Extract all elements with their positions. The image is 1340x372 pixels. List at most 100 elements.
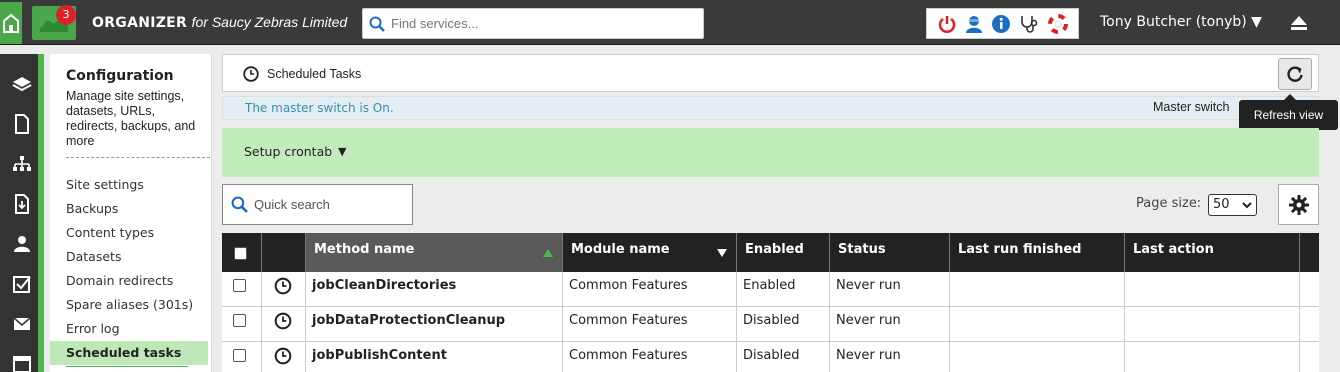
column-status[interactable]: Status [830, 233, 950, 272]
document-icon[interactable] [12, 114, 32, 134]
select-all-checkbox[interactable] [234, 246, 247, 260]
icon-rail [0, 54, 44, 372]
refresh-button[interactable] [1278, 58, 1312, 90]
lifebuoy-icon[interactable] [1048, 13, 1069, 34]
home-button[interactable] [0, 2, 22, 44]
home-icon [3, 13, 19, 33]
brand-suffix: for Saucy Zebras Limited [191, 14, 348, 30]
support-agent-icon[interactable] [964, 14, 984, 34]
row-select-cell [222, 342, 262, 372]
sidebar-item-datasets[interactable]: Datasets [50, 245, 208, 269]
cell-module: Common Features [563, 307, 737, 342]
column-last-action[interactable]: Last action [1125, 233, 1300, 272]
sidebar-item-backups[interactable]: Backups [50, 197, 208, 221]
sidebar-item-scheduled-tasks[interactable]: Scheduled tasks [50, 341, 208, 365]
cell-last-run [950, 342, 1125, 372]
cell-enabled: Disabled [737, 342, 830, 372]
master-status-text: The master switch is On. [245, 101, 394, 115]
user-menu[interactable]: Tony Butcher (tonyb) ▼ [1100, 14, 1262, 30]
search-input[interactable] [391, 16, 691, 31]
cell-last-run [950, 307, 1125, 342]
sidebar-item-content-types[interactable]: Content types [50, 221, 208, 245]
top-bar: 3 ORGANIZER for Saucy Zebras Limited Ton… [0, 0, 1340, 45]
brand-title: ORGANIZER for Saucy Zebras Limited [92, 14, 347, 31]
clock-icon [274, 312, 292, 330]
calendar-icon[interactable] [12, 354, 32, 372]
chevron-down-icon [1242, 195, 1252, 223]
scheduled-tasks-table: Method name Module name Enabled Status L… [222, 233, 1319, 372]
table-row[interactable]: jobDataProtectionCleanup Common Features… [222, 307, 1319, 342]
row-icon-cell [262, 307, 306, 342]
table-row[interactable]: jobCleanDirectories Common Features Enab… [222, 272, 1319, 307]
cell-status: Never run [830, 342, 950, 372]
cell-module: Common Features [563, 272, 737, 307]
quick-search-input[interactable] [254, 197, 404, 212]
sidebar-item-spare-aliases[interactable]: Spare aliases (301s) [50, 293, 208, 317]
gear-icon [1288, 194, 1309, 215]
sidebar-title: Configuration [66, 68, 174, 84]
master-switch-label[interactable]: Master switch [1153, 100, 1229, 114]
clock-icon [243, 66, 259, 86]
icon-column-header [262, 233, 306, 272]
file-download-icon[interactable] [12, 194, 32, 214]
brand-name: ORGANIZER [92, 15, 188, 31]
table-row[interactable]: jobPublishContent Common Features Disabl… [222, 342, 1319, 372]
refresh-icon [1287, 66, 1303, 82]
cell-enabled: Enabled [737, 272, 830, 307]
clock-icon [274, 277, 292, 295]
cell-enabled: Disabled [737, 307, 830, 342]
sidebar-item-error-log[interactable]: Error log [50, 317, 208, 341]
collapse-button[interactable] [1290, 14, 1308, 36]
column-enabled[interactable]: Enabled [737, 233, 830, 272]
column-method-name[interactable]: Method name [306, 233, 563, 272]
panel-header: Scheduled Tasks [222, 54, 1319, 92]
row-checkbox[interactable] [233, 314, 246, 327]
row-icon-cell [262, 342, 306, 372]
sitemap-icon[interactable] [12, 154, 32, 174]
filter-icon[interactable] [716, 248, 728, 258]
envelope-icon[interactable] [12, 314, 32, 334]
cell-last-action [1125, 307, 1300, 342]
cell-method: jobCleanDirectories [306, 272, 563, 307]
row-checkbox[interactable] [233, 279, 246, 292]
refresh-tooltip: Refresh view [1239, 94, 1338, 130]
cell-last-action [1125, 272, 1300, 307]
row-checkbox[interactable] [233, 349, 246, 362]
crontab-toggle[interactable]: Setup crontab [244, 144, 332, 159]
service-search[interactable] [362, 8, 704, 39]
sidebar-item-domain-redirects[interactable]: Domain redirects [50, 269, 208, 293]
power-icon[interactable] [937, 14, 957, 34]
sort-ascending-icon [543, 249, 553, 257]
user-icon[interactable] [12, 234, 32, 254]
cell-status: Never run [830, 272, 950, 307]
header-spacer [1300, 233, 1319, 272]
page-size-value: 50 [1213, 197, 1230, 212]
notification-badge: 3 [56, 5, 76, 25]
quick-search[interactable] [222, 184, 413, 225]
sidebar-menu: Site settings Backups Content types Data… [50, 173, 208, 365]
sidebar-divider [66, 157, 210, 158]
cell-method: jobPublishContent [306, 342, 563, 372]
info-icon[interactable] [991, 14, 1011, 34]
checkbox-icon[interactable] [12, 274, 32, 294]
crontab-section[interactable]: Setup crontab ▼ [222, 128, 1319, 177]
sidebar-description: Manage site settings, datasets, URLs, re… [66, 89, 196, 148]
stethoscope-icon[interactable] [1019, 14, 1041, 34]
sidebar-item-site-settings[interactable]: Site settings [50, 173, 208, 197]
clock-icon [274, 347, 292, 365]
page-size-select[interactable]: 50 [1208, 194, 1257, 216]
sidebar-bottom-divider [66, 366, 188, 367]
table-settings-button[interactable] [1278, 184, 1319, 225]
cell-last-run [950, 272, 1125, 307]
chevron-down-icon[interactable]: ▼ [338, 145, 346, 158]
column-module-name-label: Module name [571, 242, 670, 257]
search-icon [231, 196, 248, 213]
row-select-cell [222, 307, 262, 342]
select-all-cell [222, 233, 262, 272]
cell-module: Common Features [563, 342, 737, 372]
column-module-name[interactable]: Module name [563, 233, 737, 272]
search-icon [369, 16, 385, 32]
column-last-run[interactable]: Last run finished [950, 233, 1125, 272]
layers-icon[interactable] [12, 74, 32, 94]
column-method-name-label: Method name [314, 242, 415, 257]
